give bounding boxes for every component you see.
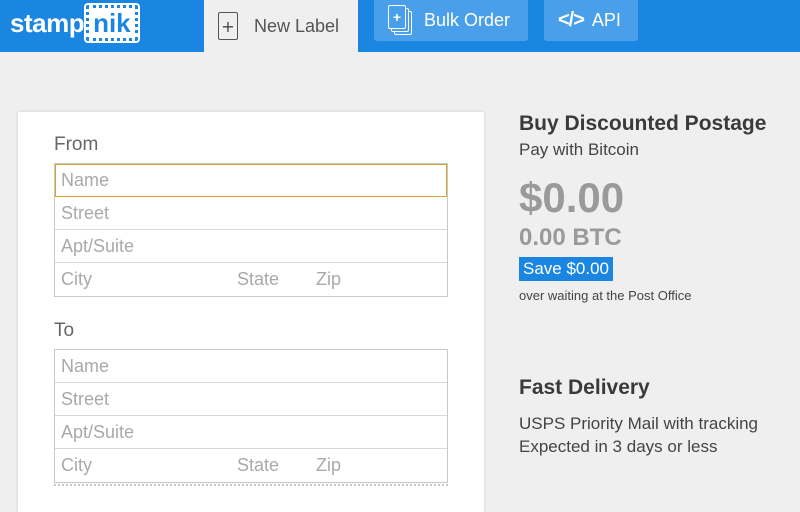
delivery-line-2: Expected in 3 days or less: [519, 437, 718, 456]
to-city-field[interactable]: City: [61, 455, 92, 476]
logo-text-nik: nik: [84, 3, 140, 43]
savings-badge: Save $0.00: [519, 257, 614, 281]
api-label: API: [591, 10, 621, 30]
promo-title: Buy Discounted Postage: [519, 112, 767, 135]
api-button[interactable]: </> API: [544, 0, 638, 41]
to-apt-field[interactable]: Apt/Suite: [55, 416, 447, 449]
from-street-field[interactable]: Street: [55, 197, 447, 230]
to-street-field[interactable]: Street: [55, 383, 447, 416]
to-street-placeholder: Street: [61, 389, 110, 409]
from-street-placeholder: Street: [61, 203, 110, 223]
from-address-fields: Name Street Apt/Suite City State Zip: [54, 163, 448, 297]
to-section-title: To: [54, 320, 75, 341]
promo-subtitle: Pay with Bitcoin: [519, 140, 639, 159]
stacked-pages-plus-icon: +: [388, 4, 414, 37]
from-apt-placeholder: Apt/Suite: [61, 236, 135, 256]
from-section-title: From: [54, 134, 99, 155]
to-zip-field[interactable]: Zip: [316, 455, 341, 476]
to-name-field[interactable]: Name: [55, 350, 447, 383]
from-name-field[interactable]: Name: [55, 164, 447, 197]
top-bar: stamp nik + New Label + Bulk Order </> A…: [0, 0, 800, 52]
from-city-state-zip-row: City State Zip: [55, 263, 447, 296]
logo-text-stamp: stamp: [10, 7, 85, 38]
to-name-placeholder: Name: [61, 356, 110, 376]
to-state-field[interactable]: State: [237, 455, 279, 476]
to-address-fields: Name Street Apt/Suite City State Zip: [54, 349, 448, 483]
from-name-placeholder: Name: [61, 170, 110, 190]
bulk-order-label: Bulk Order: [424, 10, 511, 30]
from-apt-field[interactable]: Apt/Suite: [55, 230, 447, 263]
tab-new-label-text: New Label: [254, 15, 340, 36]
delivery-line-1: USPS Priority Mail with tracking: [519, 414, 759, 433]
tab-new-label[interactable]: + New Label: [204, 0, 358, 52]
bulk-order-button[interactable]: + Bulk Order: [374, 0, 528, 41]
stampnik-logo[interactable]: stamp nik: [10, 3, 140, 43]
from-state-field[interactable]: State: [237, 269, 279, 290]
form-divider: [54, 484, 448, 490]
delivery-title: Fast Delivery: [519, 376, 650, 399]
price-btc: 0.00 BTC: [519, 224, 622, 251]
to-city-state-zip-row: City State Zip: [55, 449, 447, 482]
to-apt-placeholder: Apt/Suite: [61, 422, 135, 442]
from-city-field[interactable]: City: [61, 269, 92, 290]
plus-icon: +: [218, 12, 238, 40]
from-zip-field[interactable]: Zip: [316, 269, 341, 290]
price-usd: $0.00: [519, 174, 625, 221]
code-icon: </>: [558, 9, 585, 31]
savings-note: over waiting at the Post Office: [519, 288, 692, 303]
address-form-card: From Name Street Apt/Suite City State Zi…: [18, 112, 484, 512]
